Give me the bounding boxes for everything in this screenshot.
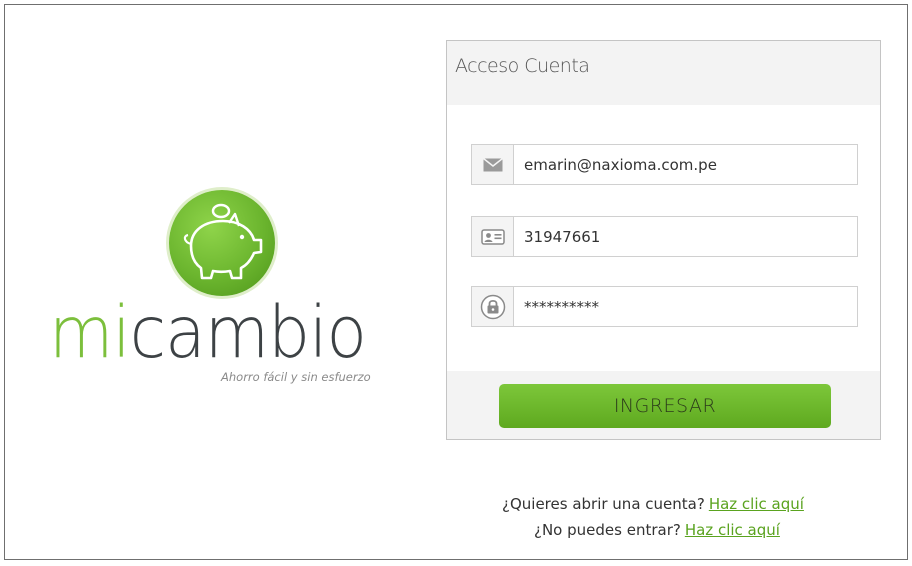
wordmark-rest: cambio	[129, 291, 367, 374]
id-card-icon	[472, 217, 514, 256]
login-panel-footer: INGRESAR	[447, 371, 880, 439]
id-number-field	[471, 216, 858, 257]
brand-tagline: Ahorro fácil y sin esfuerzo	[221, 370, 371, 384]
open-account-link[interactable]: Haz clic aquí	[709, 495, 804, 513]
password-input[interactable]	[515, 287, 857, 326]
open-account-line: ¿Quieres abrir una cuenta? Haz clic aquí	[502, 495, 804, 513]
email-field	[471, 144, 858, 185]
piggy-bank-icon	[169, 190, 275, 296]
id-number-input[interactable]	[515, 217, 857, 256]
password-field	[471, 286, 858, 327]
wordmark-accent: mi	[49, 291, 131, 374]
cant-login-text: ¿No puedes entrar?	[534, 521, 681, 539]
cant-login-line: ¿No puedes entrar? Haz clic aquí	[534, 521, 780, 539]
open-account-text: ¿Quieres abrir una cuenta?	[502, 495, 705, 513]
login-panel: Acceso Cuenta emarin@naxioma.com.pe 3194…	[446, 40, 881, 440]
cant-login-link[interactable]: Haz clic aquí	[685, 521, 780, 539]
envelope-icon	[472, 145, 514, 184]
login-panel-title: Acceso Cuenta	[455, 55, 590, 77]
login-button[interactable]: INGRESAR	[499, 384, 831, 428]
email-input[interactable]	[515, 145, 857, 184]
page-frame: micambio Ahorro fácil y sin esfuerzo Acc…	[4, 4, 908, 560]
login-panel-header: Acceso Cuenta	[447, 41, 880, 105]
brand-wordmark: micambio	[49, 291, 367, 375]
lock-icon	[472, 287, 514, 326]
